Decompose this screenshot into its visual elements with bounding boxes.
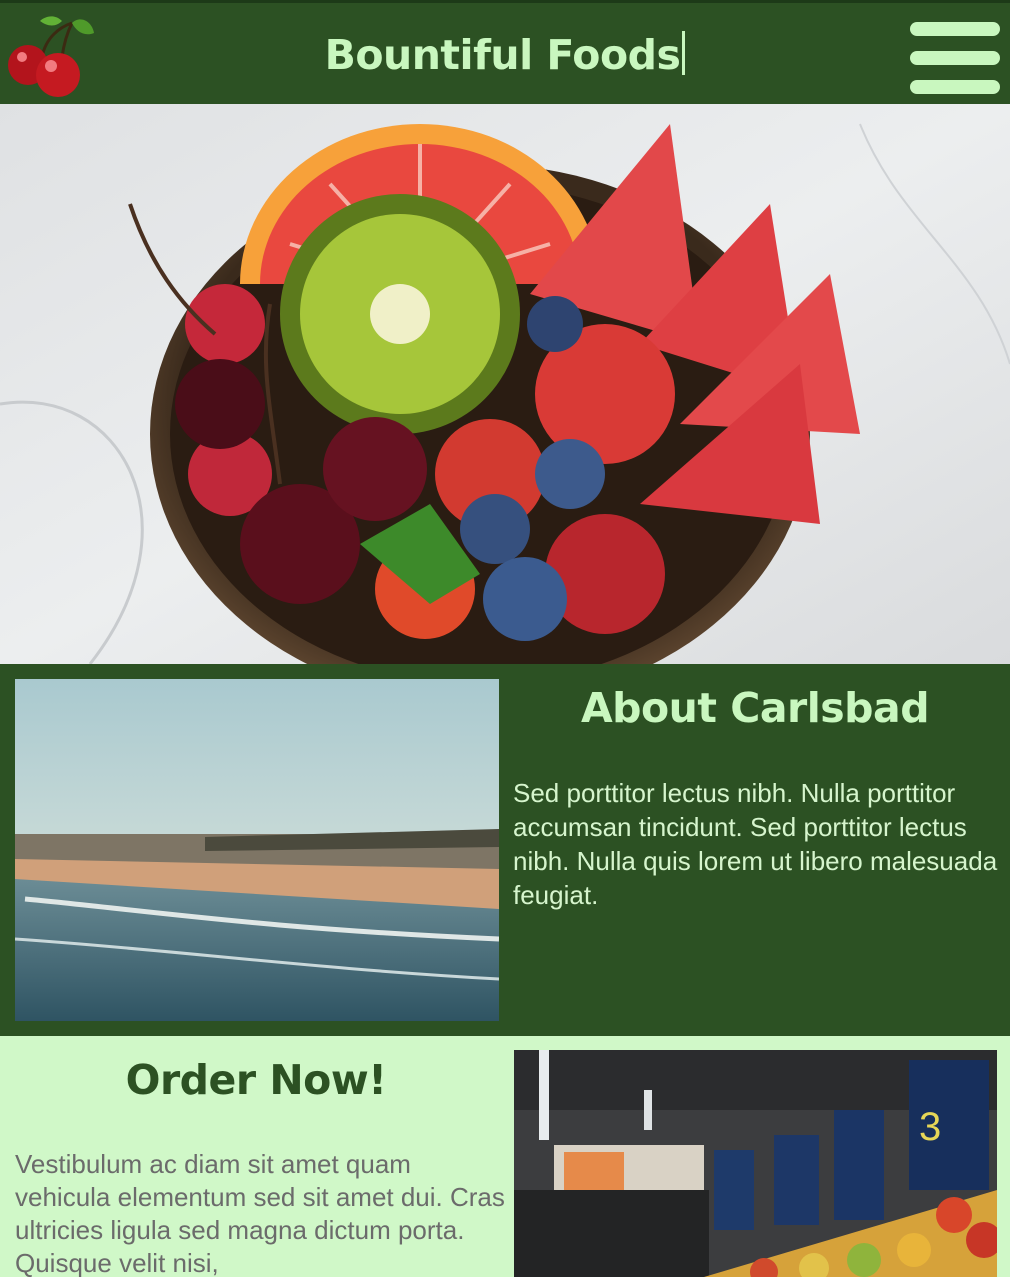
site-title[interactable]: Bountiful Foods — [0, 31, 1010, 79]
site-header: Bountiful Foods — [0, 0, 1010, 104]
about-title: About Carlsbad — [580, 684, 930, 732]
order-title[interactable]: Order Now! — [0, 1056, 512, 1104]
hamburger-menu-icon[interactable] — [908, 18, 1002, 98]
grocery-produce-photo: 3 — [514, 1050, 997, 1277]
about-section: About Carlsbad Sed porttitor lectus nibh… — [0, 664, 1010, 1036]
svg-text:3: 3 — [919, 1105, 941, 1149]
order-section: Order Now! Vestibulum ac diam sit amet q… — [0, 1036, 1010, 1277]
beach-photo — [15, 679, 499, 1021]
about-text: Sed porttitor lectus nibh. Nulla porttit… — [513, 778, 998, 910]
order-text: Vestibulum ac diam sit amet quam vehicul… — [15, 1149, 505, 1277]
text-cursor — [682, 31, 686, 75]
hero-image-fruit-bowl — [0, 104, 1010, 664]
